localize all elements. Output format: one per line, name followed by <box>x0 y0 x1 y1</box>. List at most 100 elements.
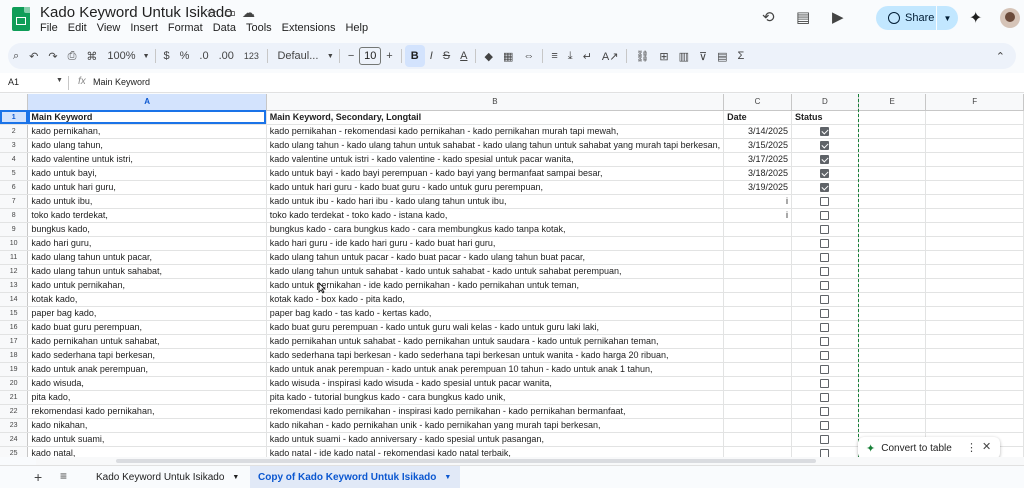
text-rotation-icon[interactable]: A↗ <box>597 45 624 67</box>
cell-longtail[interactable]: kado buat guru perempuan - kado untuk gu… <box>266 320 725 335</box>
cell-main-keyword[interactable]: toko kado terdekat, <box>27 208 267 223</box>
row-header[interactable]: 15 <box>0 306 29 321</box>
cell-date[interactable] <box>723 320 792 335</box>
row-header[interactable]: 1 <box>0 110 29 125</box>
cell-d1[interactable]: Status <box>791 110 859 125</box>
cell-status[interactable] <box>791 320 859 335</box>
row-header[interactable]: 18 <box>0 348 29 363</box>
cell-e[interactable] <box>858 152 927 167</box>
cell-date[interactable] <box>723 250 792 265</box>
cell-status[interactable] <box>791 432 859 447</box>
checkbox-checked[interactable] <box>820 140 830 150</box>
insert-comment-icon[interactable]: ⊞ <box>654 45 673 67</box>
cell-longtail[interactable]: kado pernikahan untuk sahabat - kado per… <box>266 334 725 349</box>
row-header[interactable]: 13 <box>0 278 29 293</box>
menu-format[interactable]: Format <box>168 22 203 34</box>
star-icon[interactable]: ☆ <box>206 5 218 21</box>
cell-status[interactable] <box>791 404 859 419</box>
formula-input[interactable]: Main Keyword <box>93 77 150 87</box>
history-icon[interactable]: ⟲ <box>762 8 775 26</box>
sheet-tab-active[interactable]: Copy of Kado Keyword Untuk Isikado ▼ <box>250 466 460 488</box>
cell-date[interactable] <box>723 334 792 349</box>
cell-status[interactable] <box>791 292 859 307</box>
checkbox-unchecked[interactable] <box>820 266 830 276</box>
vertical-align-icon[interactable]: ⤓ <box>563 45 578 67</box>
cell-main-keyword[interactable]: kado sederhana tapi berkesan, <box>27 348 267 363</box>
checkbox-unchecked[interactable] <box>820 322 830 332</box>
column-header-d[interactable]: D <box>791 94 859 111</box>
menu-edit[interactable]: Edit <box>68 22 87 34</box>
row-header[interactable]: 8 <box>0 208 29 223</box>
search-menus-icon[interactable]: ⌕ <box>8 45 24 67</box>
cell-f[interactable] <box>925 390 1024 405</box>
cell-date[interactable] <box>723 348 792 363</box>
checkbox-checked[interactable] <box>820 168 830 178</box>
cell-date[interactable]: 3/14/2025 <box>723 124 792 139</box>
cell-e[interactable] <box>858 362 927 377</box>
font-select[interactable]: Defaul... <box>271 45 325 67</box>
cell-date[interactable] <box>723 306 792 321</box>
cell-status[interactable] <box>791 418 859 433</box>
checkbox-unchecked[interactable] <box>820 196 830 206</box>
checkbox-unchecked[interactable] <box>820 350 830 360</box>
cell-e[interactable] <box>858 166 927 181</box>
cell-main-keyword[interactable]: kado ulang tahun untuk sahabat, <box>27 264 267 279</box>
cell-f[interactable] <box>925 208 1024 223</box>
redo-icon[interactable]: ↷ <box>43 45 62 67</box>
cell-status[interactable] <box>791 236 859 251</box>
cell-f[interactable] <box>925 348 1024 363</box>
cell-main-keyword[interactable]: kado ulang tahun untuk pacar, <box>27 250 267 265</box>
row-header[interactable]: 4 <box>0 152 29 167</box>
zoom-select[interactable]: 100% <box>102 45 140 67</box>
bold-button[interactable]: B <box>404 45 425 67</box>
cell-longtail[interactable]: rekomendasi kado pernikahan - inspirasi … <box>266 404 725 419</box>
fill-color-icon[interactable]: ◆ <box>479 45 497 67</box>
cell-status[interactable] <box>791 180 859 195</box>
percent-format-button[interactable]: % <box>175 45 195 67</box>
cell-status[interactable] <box>791 376 859 391</box>
row-header[interactable]: 9 <box>0 222 29 237</box>
cell-longtail[interactable]: kado untuk suami - kado anniversary - ka… <box>266 432 725 447</box>
cell-status[interactable] <box>791 250 859 265</box>
cell-longtail[interactable]: kado pernikahan - rekomendasi kado perni… <box>266 124 725 139</box>
scrollbar-thumb[interactable] <box>116 459 816 463</box>
font-size-decrease-icon[interactable]: − <box>343 45 359 67</box>
document-title[interactable]: Kado Keyword Untuk Isikado <box>40 4 233 21</box>
column-header-e[interactable]: E <box>858 94 927 111</box>
insert-link-icon[interactable]: ⛓ <box>630 45 654 67</box>
row-header[interactable]: 25 <box>0 446 29 457</box>
borders-icon[interactable]: ▦ <box>498 45 518 67</box>
select-all-corner[interactable] <box>0 94 29 111</box>
row-header[interactable]: 3 <box>0 138 29 153</box>
cell-f[interactable] <box>925 306 1024 321</box>
cell-date[interactable]: 3/19/2025 <box>723 180 792 195</box>
increase-decimal-button[interactable]: .00 <box>214 45 239 67</box>
checkbox-unchecked[interactable] <box>820 294 830 304</box>
cell-f[interactable] <box>925 292 1024 307</box>
cell-f[interactable] <box>925 166 1024 181</box>
cell-longtail[interactable]: kado valentine untuk istri - kado valent… <box>266 152 725 167</box>
gemini-sparkle-icon[interactable]: ✦ <box>969 8 982 28</box>
menu-data[interactable]: Data <box>213 22 236 34</box>
cell-e[interactable] <box>858 236 927 251</box>
chevron-down-icon[interactable]: ▼ <box>232 474 239 481</box>
avatar[interactable] <box>1000 8 1020 28</box>
cell-main-keyword[interactable]: kado nikahan, <box>27 418 267 433</box>
cell-longtail[interactable]: kado untuk ibu - kado hari ibu - kado ul… <box>266 194 725 209</box>
all-sheets-icon[interactable]: ≡ <box>60 469 67 483</box>
cell-date[interactable]: 3/18/2025 <box>723 166 792 181</box>
cell-date[interactable] <box>723 404 792 419</box>
cell-main-keyword[interactable]: pita kado, <box>27 390 267 405</box>
cell-date[interactable] <box>723 222 792 237</box>
checkbox-checked[interactable] <box>820 154 830 164</box>
cell-longtail[interactable]: kotak kado - box kado - pita kado, <box>266 292 725 307</box>
cell-longtail[interactable]: toko kado terdekat - toko kado - istana … <box>266 208 725 223</box>
cell-e[interactable] <box>858 278 927 293</box>
checkbox-unchecked[interactable] <box>820 392 830 402</box>
cell-longtail[interactable]: kado ulang tahun untuk pacar - kado buat… <box>266 250 725 265</box>
cell-longtail[interactable]: kado untuk pernikahan - ide kado pernika… <box>266 278 725 293</box>
decrease-decimal-button[interactable]: .0 <box>194 45 213 67</box>
cell-f[interactable] <box>925 124 1024 139</box>
cell-longtail[interactable]: kado ulang tahun untuk sahabat - kado un… <box>266 264 725 279</box>
cell-f[interactable] <box>925 418 1024 433</box>
